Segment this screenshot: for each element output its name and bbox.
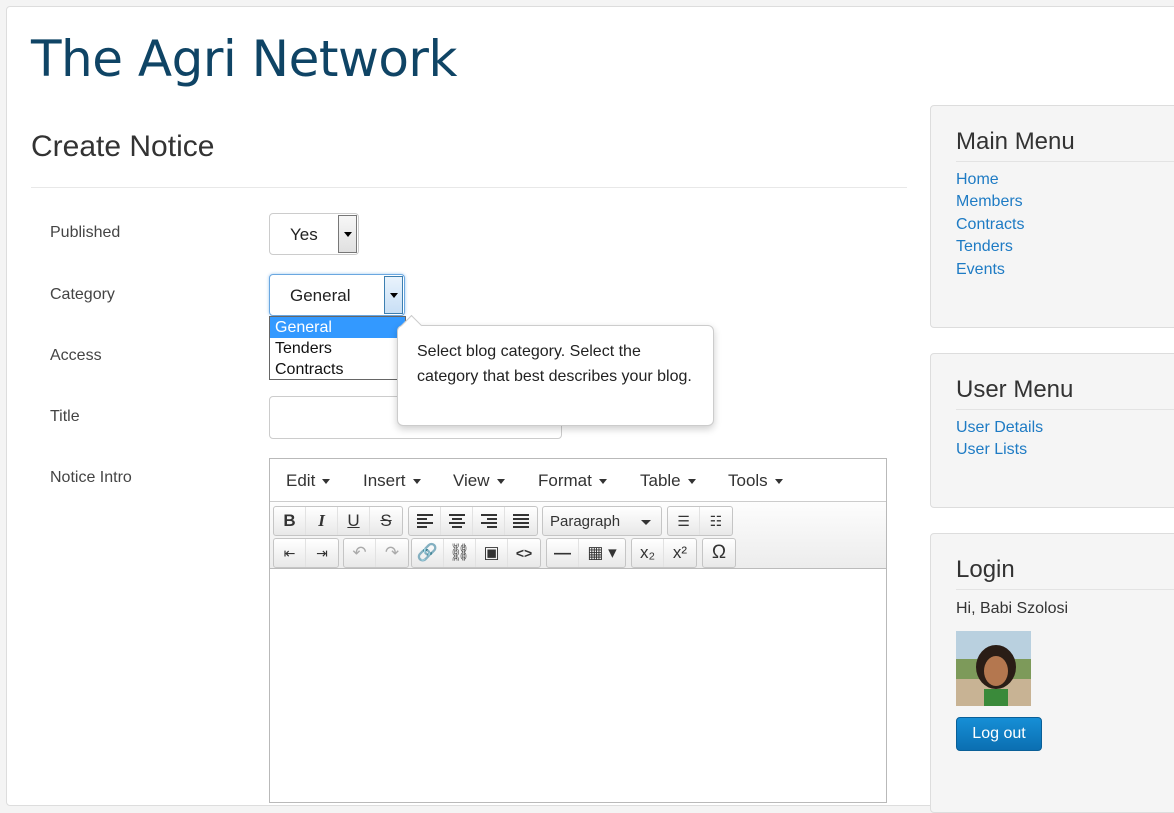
nav-link-members[interactable]: Members — [956, 193, 1023, 211]
justify-icon — [513, 514, 529, 528]
access-label: Access — [50, 347, 102, 364]
indent-icon: ⇥ — [316, 544, 328, 561]
site-title[interactable]: The Agri Network — [31, 30, 457, 88]
editor-toolbar: B I U S Paragraph ☰ ☷ ⇤ ⇥ ↶ ↷ 🔗 ⛓ ▣ <> —… — [270, 502, 886, 569]
bold-button[interactable]: B — [274, 507, 306, 535]
avatar — [956, 631, 1031, 706]
indent-button[interactable]: ⇥ — [306, 539, 338, 567]
user-greeting: Hi, Babi Szolosi — [956, 600, 1069, 617]
strikethrough-button[interactable]: S — [370, 507, 402, 535]
menu-tools[interactable]: Tools — [728, 471, 783, 491]
chevron-down-icon[interactable] — [384, 276, 403, 314]
align-center-button[interactable] — [441, 507, 473, 535]
nav-link-events[interactable]: Events — [956, 261, 1005, 279]
unlink-button[interactable]: ⛓ — [444, 539, 476, 567]
main-menu-title: Main Menu — [956, 128, 1075, 155]
special-char-group: Ω — [702, 538, 736, 568]
category-label: Category — [50, 286, 115, 303]
link-icon: 🔗 — [416, 543, 439, 562]
superscript-button[interactable]: x² — [664, 539, 696, 567]
unlink-icon: ⛓ — [448, 543, 471, 562]
user-menu-title: User Menu — [956, 376, 1074, 403]
align-right-icon — [480, 514, 497, 528]
page-title: Create Notice — [31, 130, 215, 163]
list-group: ☰ ☷ — [667, 506, 733, 536]
horizontal-rule-button[interactable]: — — [547, 539, 579, 567]
alignment-group — [408, 506, 538, 536]
published-value: Yes — [290, 225, 318, 244]
notice-intro-label: Notice Intro — [50, 469, 132, 486]
special-character-button[interactable]: Ω — [703, 539, 735, 567]
align-right-button[interactable] — [473, 507, 505, 535]
category-option[interactable]: General — [270, 317, 405, 338]
italic-button[interactable]: I — [306, 507, 338, 535]
divider — [956, 161, 1174, 162]
insert-group: 🔗 ⛓ ▣ <> — [411, 538, 541, 568]
menu-table[interactable]: Table — [640, 471, 696, 491]
title-label: Title — [50, 408, 80, 425]
login-module: Login Hi, Babi Szolosi Log out — [930, 533, 1174, 813]
bullet-list-icon: ☰ — [677, 512, 690, 529]
category-option[interactable]: Contracts — [270, 359, 405, 380]
image-button[interactable]: ▣ — [476, 539, 508, 567]
table-button[interactable]: ▦ ▾ — [579, 539, 625, 567]
menu-insert[interactable]: Insert — [363, 471, 421, 491]
align-left-icon — [416, 514, 433, 528]
nav-link-tenders[interactable]: Tenders — [956, 238, 1013, 256]
nav-link-user-details[interactable]: User Details — [956, 419, 1043, 437]
main-menu-module: Main Menu Home Members Contracts Tenders… — [930, 105, 1174, 328]
rich-text-editor[interactable]: Edit Insert View Format Table Tools B I … — [269, 458, 887, 803]
menu-view[interactable]: View — [453, 471, 505, 491]
history-group: ↶ ↷ — [343, 538, 409, 568]
category-tooltip: Select blog category. Select the categor… — [397, 325, 714, 426]
outdent-icon: ⇤ — [283, 544, 296, 561]
redo-icon: ↷ — [384, 543, 400, 562]
undo-icon: ↶ — [352, 543, 367, 562]
login-title: Login — [956, 556, 1015, 583]
menu-edit[interactable]: Edit — [286, 471, 330, 491]
category-select[interactable]: General — [269, 274, 405, 316]
editor-content-area[interactable] — [270, 569, 886, 804]
menu-format[interactable]: Format — [538, 471, 607, 491]
chevron-down-icon[interactable] — [338, 215, 357, 253]
numbered-list-button[interactable]: ☷ — [700, 507, 732, 535]
category-dropdown-list[interactable]: General Tenders Contracts — [269, 316, 406, 380]
table-icon: ▦ ▾ — [587, 543, 617, 562]
undo-button[interactable]: ↶ — [344, 539, 376, 567]
nav-link-user-lists[interactable]: User Lists — [956, 441, 1027, 459]
justify-button[interactable] — [505, 507, 537, 535]
image-icon: ▣ — [483, 543, 500, 562]
category-value: General — [290, 286, 351, 305]
divider — [31, 187, 907, 188]
code-button[interactable]: <> — [508, 539, 540, 567]
align-center-icon — [448, 514, 465, 528]
user-menu-module: User Menu User Details User Lists — [930, 353, 1174, 508]
table-group: — ▦ ▾ — [546, 538, 626, 568]
underline-button[interactable]: U — [338, 507, 370, 535]
align-left-button[interactable] — [409, 507, 441, 535]
link-button[interactable]: 🔗 — [412, 539, 444, 567]
bullet-list-button[interactable]: ☰ — [668, 507, 700, 535]
subscript-button[interactable]: x₂ — [632, 539, 664, 567]
script-group: x₂ x² — [631, 538, 697, 568]
redo-button[interactable]: ↷ — [376, 539, 408, 567]
avatar-photo-icon — [956, 631, 1031, 706]
outdent-button[interactable]: ⇤ — [274, 539, 306, 567]
published-label: Published — [50, 224, 121, 241]
published-select[interactable]: Yes — [269, 213, 359, 255]
nav-link-contracts[interactable]: Contracts — [956, 216, 1024, 234]
divider — [956, 589, 1174, 590]
editor-menubar: Edit Insert View Format Table Tools — [270, 459, 886, 502]
category-option[interactable]: Tenders — [270, 338, 405, 359]
text-style-group: B I U S — [273, 506, 403, 536]
logout-button[interactable]: Log out — [956, 717, 1042, 751]
divider — [956, 409, 1174, 410]
nav-link-home[interactable]: Home — [956, 171, 999, 189]
numbered-list-icon: ☷ — [709, 512, 723, 529]
indent-group: ⇤ ⇥ — [273, 538, 339, 568]
format-select[interactable]: Paragraph — [542, 506, 662, 536]
